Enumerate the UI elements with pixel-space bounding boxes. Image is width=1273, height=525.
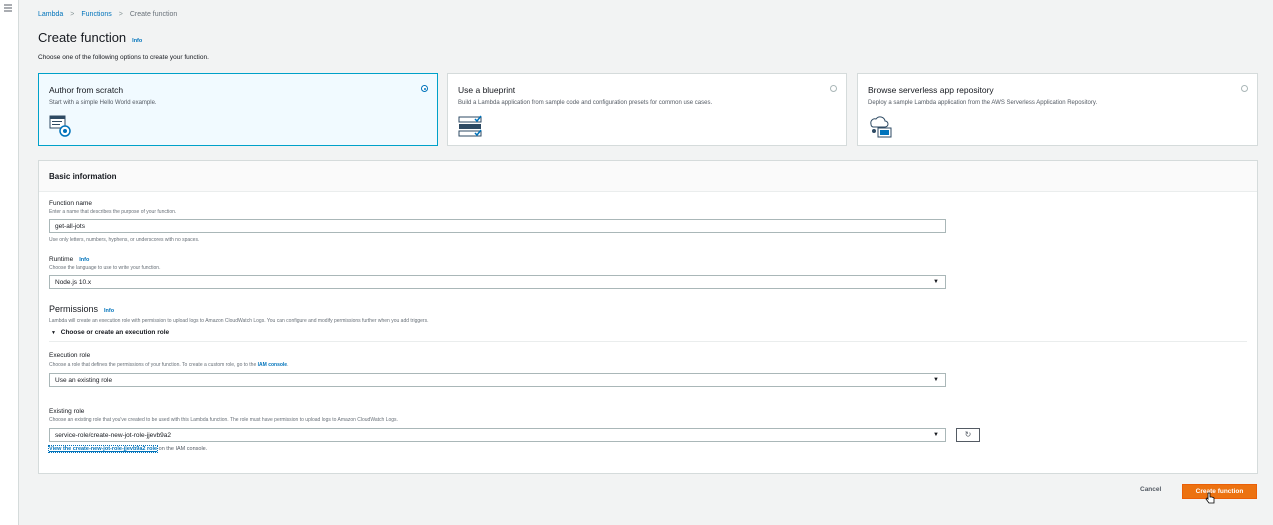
- execution-role-select-value: Use an existing role: [55, 377, 113, 384]
- refresh-icon: ↻: [964, 430, 972, 439]
- main-content: Lambda > Functions > Create function Cre…: [19, 0, 1273, 525]
- option-radio[interactable]: [1241, 85, 1248, 92]
- page-title-text: Create function: [38, 30, 127, 45]
- option-description: Start with a simple Hello World example.: [49, 100, 157, 106]
- page-title: Create function Info: [38, 30, 142, 45]
- existing-role-select[interactable]: service-role/create-new-jot-role-jjevb9a…: [49, 428, 946, 442]
- option-title: Author from scratch: [49, 85, 124, 95]
- hand-cursor-icon: [1205, 492, 1215, 504]
- runtime-label-row: Runtime Info: [49, 256, 89, 263]
- option-description: Deploy a sample Lambda application from …: [868, 100, 1098, 106]
- breadcrumb-lambda[interactable]: Lambda: [38, 11, 63, 18]
- hamburger-icon[interactable]: [4, 4, 12, 12]
- existing-role-description: Choose an existing role that you've crea…: [49, 417, 398, 423]
- author-from-scratch-icon: [49, 114, 75, 138]
- execution-role-description: Choose a role that defines the permissio…: [49, 362, 288, 368]
- iam-console-link[interactable]: IAM console: [258, 362, 287, 368]
- runtime-info-link[interactable]: Info: [79, 257, 89, 263]
- create-function-button[interactable]: Create function: [1182, 484, 1257, 499]
- expander-label: Choose or create an execution role: [60, 329, 170, 336]
- option-title: Use a blueprint: [458, 85, 516, 95]
- breadcrumb-current: Create function: [129, 11, 178, 18]
- function-name-description: Enter a name that describes the purpose …: [49, 209, 177, 215]
- blueprint-icon: [458, 114, 484, 138]
- existing-role-label: Existing role: [49, 408, 85, 415]
- page-info-link[interactable]: Info: [132, 38, 142, 44]
- execution-role-select[interactable]: Use an existing role ▼: [49, 373, 946, 387]
- divider: [49, 341, 1247, 342]
- permissions-description: Lambda will create an execution role wit…: [49, 318, 429, 324]
- caret-down-icon: ▼: [933, 432, 939, 438]
- option-use-a-blueprint[interactable]: Use a blueprint Build a Lambda applicati…: [447, 73, 847, 146]
- runtime-label: Runtime: [49, 256, 74, 263]
- permissions-info-link[interactable]: Info: [104, 308, 114, 314]
- breadcrumb-separator: >: [118, 11, 123, 18]
- execution-role-label: Execution role: [49, 352, 91, 359]
- permissions-title-row: Permissions Info: [49, 304, 114, 314]
- option-title: Browse serverless app repository: [868, 85, 994, 95]
- refresh-roles-button[interactable]: ↻: [956, 428, 980, 442]
- breadcrumb-separator: >: [70, 11, 75, 18]
- breadcrumb: Lambda > Functions > Create function: [38, 11, 177, 18]
- execution-role-description-text: Choose a role that defines the permissio…: [49, 362, 257, 368]
- view-role-suffix: on the IAM console.: [157, 446, 208, 452]
- execution-role-expander[interactable]: ▼ Choose or create an execution role: [51, 329, 169, 336]
- permissions-title: Permissions: [49, 304, 99, 314]
- runtime-select[interactable]: Node.js 10.x ▼: [49, 275, 946, 289]
- caret-down-icon: ▼: [933, 279, 939, 285]
- panel-title: Basic information: [49, 172, 117, 181]
- runtime-description: Choose the language to use to write your…: [49, 265, 161, 271]
- panel-header: Basic information: [39, 161, 1257, 192]
- caret-down-icon: ▼: [933, 377, 939, 383]
- basic-information-panel: Basic information Function name Enter a …: [38, 160, 1258, 474]
- function-name-label: Function name: [49, 200, 92, 207]
- execution-role-description-suffix: .: [287, 362, 289, 368]
- view-role-link[interactable]: View the create-new-jot-role-jjevb9a2 ro…: [47, 445, 159, 453]
- view-role-line: View the create-new-jot-role-jjevb9a2 ro…: [47, 445, 208, 453]
- existing-role-select-value: service-role/create-new-jot-role-jjevb9a…: [55, 432, 171, 439]
- option-browse-serverless-app-repository[interactable]: Browse serverless app repository Deploy …: [857, 73, 1258, 146]
- runtime-select-value: Node.js 10.x: [55, 279, 92, 286]
- page-subtitle: Choose one of the following options to c…: [38, 54, 209, 61]
- breadcrumb-functions[interactable]: Functions: [81, 11, 111, 18]
- option-radio[interactable]: [421, 85, 428, 92]
- caret-down-icon: ▼: [51, 330, 56, 336]
- option-description: Build a Lambda application from sample c…: [458, 100, 713, 106]
- function-name-input[interactable]: get-all-jots: [49, 219, 946, 233]
- serverless-repo-icon: [868, 114, 894, 138]
- option-radio[interactable]: [830, 85, 837, 92]
- creation-options: Author from scratch Start with a simple …: [38, 73, 1258, 146]
- option-author-from-scratch[interactable]: Author from scratch Start with a simple …: [38, 73, 438, 146]
- function-name-hint: Use only letters, numbers, hyphens, or u…: [49, 237, 200, 243]
- side-navigation-rail: [0, 0, 19, 525]
- cancel-button[interactable]: Cancel: [1140, 486, 1161, 493]
